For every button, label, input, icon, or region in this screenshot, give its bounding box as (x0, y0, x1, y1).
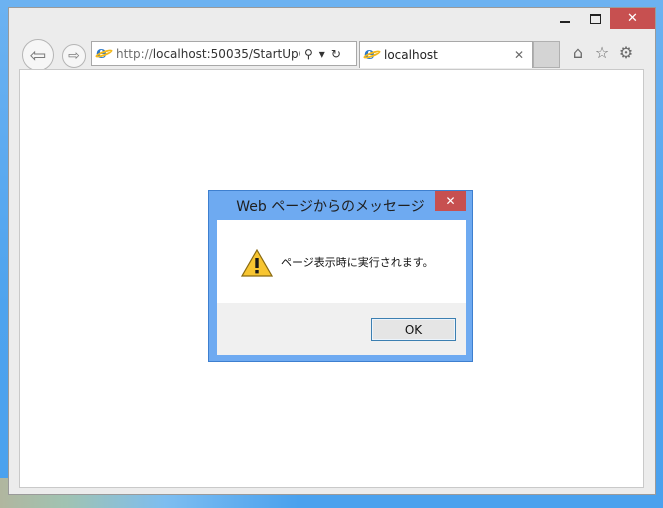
url-text[interactable]: http://localhost:50035/StartUpC (116, 47, 300, 61)
minimize-icon (560, 20, 570, 23)
minimize-button[interactable] (550, 8, 580, 29)
message-dialog: Web ページからのメッセージ ✕ ページ表示時に実行されます。 OK (208, 190, 473, 362)
close-icon: ✕ (627, 11, 638, 26)
dropdown-icon[interactable]: ▾ (319, 47, 325, 61)
browser-toolbar: ⇦ ⇨ e http://localhost:50035/StartUpC ⚲ … (9, 38, 655, 72)
warning-icon (241, 249, 273, 277)
new-tab-button[interactable] (533, 41, 560, 68)
close-icon: ✕ (445, 194, 456, 208)
tab-title: localhost (384, 48, 438, 62)
home-icon[interactable]: ⌂ (569, 43, 587, 62)
favorites-icon[interactable]: ☆ (593, 43, 611, 62)
dialog-message: ページ表示時に実行されます。 (281, 256, 434, 269)
search-icon[interactable]: ⚲ (304, 47, 313, 61)
ok-button[interactable]: OK (371, 318, 456, 341)
toolbar-icons: ⌂ ☆ ⚙ (569, 43, 635, 62)
dialog-title: Web ページからのメッセージ (236, 199, 425, 215)
address-bar[interactable]: e http://localhost:50035/StartUpC ⚲ ▾ ↻ (91, 41, 357, 66)
back-arrow-icon: ⇦ (29, 43, 47, 67)
forward-arrow-icon: ⇨ (68, 48, 80, 64)
forward-button[interactable]: ⇨ (62, 44, 86, 68)
ie-logo-icon: e (94, 44, 114, 62)
window-caption-buttons: ✕ (550, 8, 655, 30)
dialog-message-area: ページ表示時に実行されます。 (217, 220, 466, 303)
refresh-icon[interactable]: ↻ (331, 47, 341, 61)
settings-icon[interactable]: ⚙ (617, 43, 635, 62)
tab-localhost[interactable]: e localhost ✕ (359, 41, 533, 68)
tab-close-icon[interactable]: ✕ (514, 48, 524, 62)
dialog-body: ページ表示時に実行されます。 OK (217, 220, 466, 355)
dialog-close-button[interactable]: ✕ (435, 191, 466, 211)
close-window-button[interactable]: ✕ (610, 8, 655, 29)
maximize-icon (589, 13, 601, 24)
maximize-button[interactable] (580, 8, 610, 29)
tab-ie-logo-icon: e (362, 45, 382, 63)
back-button[interactable]: ⇦ (22, 39, 54, 71)
